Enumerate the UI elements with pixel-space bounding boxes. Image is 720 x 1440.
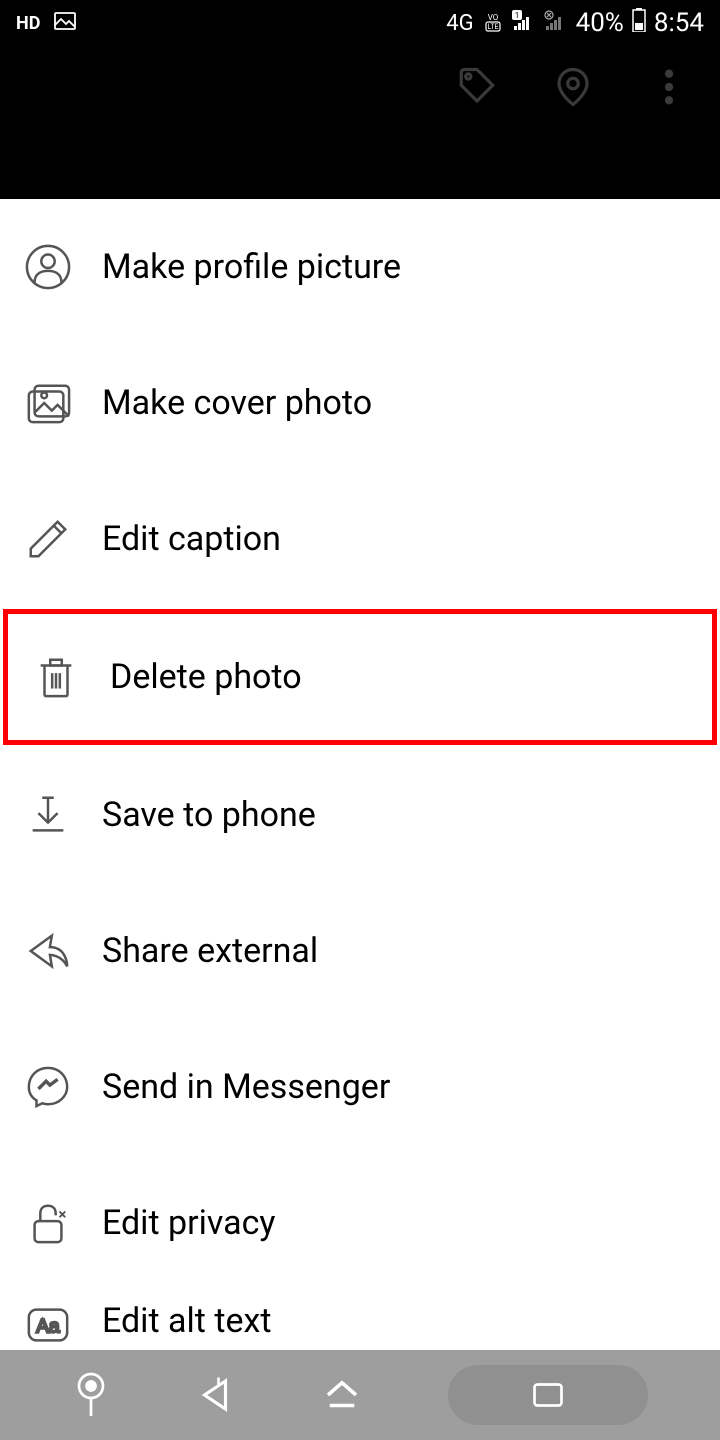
pencil-icon bbox=[24, 515, 72, 563]
share-icon bbox=[24, 927, 72, 975]
menu-label: Edit caption bbox=[102, 519, 281, 559]
make-cover-photo-item[interactable]: Make cover photo bbox=[0, 335, 720, 471]
make-profile-picture-item[interactable]: Make profile picture bbox=[0, 199, 720, 335]
network-indicator: 4G bbox=[446, 11, 473, 36]
delete-photo-item[interactable]: Delete photo bbox=[3, 609, 717, 745]
edit-privacy-item[interactable]: Edit privacy bbox=[0, 1155, 720, 1291]
menu-label: Save to phone bbox=[102, 795, 316, 835]
lock-icon bbox=[24, 1199, 72, 1247]
photo-options-menu: Make profile picture Make cover photo Ed… bbox=[0, 199, 720, 1371]
trash-icon bbox=[32, 653, 80, 701]
save-to-phone-item[interactable]: Save to phone bbox=[0, 747, 720, 883]
send-messenger-item[interactable]: Send in Messenger bbox=[0, 1019, 720, 1155]
hd-indicator: HD bbox=[16, 13, 40, 34]
nav-back-icon[interactable] bbox=[194, 1374, 236, 1416]
tag-icon[interactable] bbox=[454, 64, 500, 110]
cover-photo-icon bbox=[24, 379, 72, 427]
nav-recent-button[interactable] bbox=[448, 1365, 648, 1425]
edit-caption-item[interactable]: Edit caption bbox=[0, 471, 720, 607]
clock: 8:54 bbox=[654, 8, 704, 38]
alt-text-icon: Aa bbox=[24, 1301, 72, 1349]
svg-text:1: 1 bbox=[514, 11, 519, 20]
battery-icon bbox=[632, 8, 646, 38]
nav-home-icon[interactable] bbox=[321, 1374, 363, 1416]
volte-icon: VO LTE bbox=[482, 12, 504, 35]
profile-icon bbox=[24, 243, 72, 291]
svg-text:LTE: LTE bbox=[487, 23, 498, 31]
svg-text:VO: VO bbox=[487, 13, 498, 22]
menu-label: Send in Messenger bbox=[102, 1067, 390, 1107]
messenger-icon bbox=[24, 1063, 72, 1111]
location-icon[interactable] bbox=[550, 64, 596, 110]
menu-label: Edit alt text bbox=[102, 1301, 271, 1341]
menu-label: Delete photo bbox=[110, 657, 302, 697]
nav-assistant-icon[interactable] bbox=[73, 1371, 109, 1419]
photo-header bbox=[0, 46, 720, 199]
picture-icon bbox=[54, 11, 76, 36]
download-icon bbox=[24, 791, 72, 839]
status-bar: HD 4G VO LTE 1 bbox=[0, 0, 720, 46]
menu-label: Share external bbox=[102, 931, 318, 971]
svg-text:Aa: Aa bbox=[36, 1317, 60, 1338]
sim1-signal-icon: 1 bbox=[512, 10, 536, 36]
navigation-bar bbox=[0, 1350, 720, 1440]
more-icon[interactable] bbox=[646, 64, 692, 110]
share-external-item[interactable]: Share external bbox=[0, 883, 720, 1019]
sim2-signal-icon bbox=[544, 10, 568, 36]
menu-label: Make profile picture bbox=[102, 247, 401, 287]
menu-label: Edit privacy bbox=[102, 1203, 276, 1243]
battery-percent: 40% bbox=[576, 8, 624, 38]
menu-label: Make cover photo bbox=[102, 383, 372, 423]
